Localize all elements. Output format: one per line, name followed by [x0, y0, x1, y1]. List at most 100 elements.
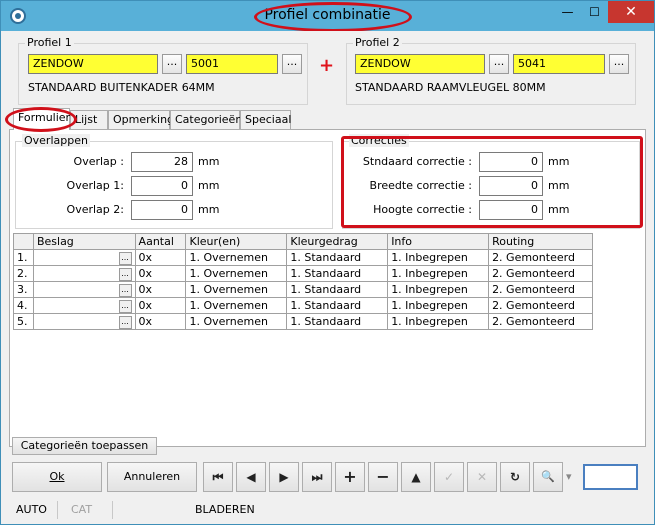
hoogte-correctie-unit: mm [548, 203, 570, 216]
beslag-lookup-button[interactable]: ... [118, 251, 132, 265]
kleurgedrag-cell[interactable]: 1. Standaard [286, 249, 389, 266]
overlap1-label: Overlap 1: [66, 179, 124, 192]
tab-highlight-ellipse [5, 107, 77, 132]
beslag-lookup-button[interactable]: ... [118, 283, 132, 297]
profiel1-code-field[interactable]: 5001 [186, 54, 278, 74]
edit-up-icon[interactable]: ▲ [401, 462, 431, 492]
table-header-row: Beslag Aantal Kleur(en) Kleurgedrag Info… [13, 233, 593, 250]
column-header-aantal[interactable]: Aantal [134, 233, 187, 250]
profiel1-group: Profiel 1 [18, 36, 308, 105]
search-binoculars-icon[interactable]: 🔍 [533, 462, 563, 492]
routing-cell[interactable]: 2. Gemonteerd [488, 281, 593, 298]
info-cell[interactable]: 1. Inbegrepen [387, 249, 490, 266]
add-record-icon[interactable]: + [335, 462, 365, 492]
profiel2-supplier-field[interactable]: ZENDOW [355, 54, 485, 74]
beslag-cell[interactable]: ... [32, 265, 136, 282]
tab-speciaal[interactable]: Speciaal [240, 110, 291, 129]
overlap2-input[interactable]: 0 [131, 200, 193, 220]
profiel1-supplier-lookup-button[interactable]: ... [162, 54, 182, 74]
overlap1-input[interactable]: 0 [131, 176, 193, 196]
aantal-cell[interactable]: 0x [134, 313, 187, 330]
table-row[interactable]: 5. ... 0x 1. Overnemen 1. Standaard 1. I… [13, 313, 593, 330]
cancel-x-icon[interactable]: ✕ [467, 462, 497, 492]
info-cell[interactable]: 1. Inbegrepen [387, 265, 490, 282]
standaard-correctie-input[interactable]: 0 [479, 152, 543, 172]
hoogte-correctie-label: Hoogte correctie : [373, 203, 472, 216]
kleur-cell[interactable]: 1. Overnemen [185, 249, 288, 266]
cancel-button[interactable]: Annuleren [107, 462, 197, 492]
confirm-check-icon[interactable]: ✓ [434, 462, 464, 492]
beslag-table: Beslag Aantal Kleur(en) Kleurgedrag Info… [13, 233, 593, 330]
column-header-routing[interactable]: Routing [488, 233, 593, 250]
routing-cell[interactable]: 2. Gemonteerd [488, 297, 593, 314]
refresh-icon[interactable]: ↻ [500, 462, 530, 492]
tab-opmerking[interactable]: Opmerking [108, 110, 174, 129]
kleur-cell[interactable]: 1. Overnemen [185, 281, 288, 298]
profiel1-code-lookup-button[interactable]: ... [282, 54, 302, 74]
info-cell[interactable]: 1. Inbegrepen [387, 281, 490, 298]
profiel2-code-field[interactable]: 5041 [513, 54, 605, 74]
delete-record-icon[interactable]: − [368, 462, 398, 492]
overlap1-unit: mm [198, 179, 220, 192]
next-record-icon[interactable]: ▶ [269, 462, 299, 492]
kleur-cell[interactable]: 1. Overnemen [185, 297, 288, 314]
column-header-info[interactable]: Info [387, 233, 490, 250]
combine-plus-icon: + [319, 55, 335, 76]
kleurgedrag-cell[interactable]: 1. Standaard [286, 313, 389, 330]
breedte-correctie-input[interactable]: 0 [479, 176, 543, 196]
beslag-cell[interactable]: ... [32, 313, 136, 330]
routing-cell[interactable]: 2. Gemonteerd [488, 249, 593, 266]
last-record-icon[interactable]: ⏭ [302, 462, 332, 492]
kleurgedrag-cell[interactable]: 1. Standaard [286, 265, 389, 282]
hoogte-correctie-input[interactable]: 0 [479, 200, 543, 220]
kleurgedrag-cell[interactable]: 1. Standaard [286, 297, 389, 314]
aantal-cell[interactable]: 0x [134, 297, 187, 314]
beslag-cell[interactable]: ... [32, 249, 136, 266]
maximize-button[interactable]: ☐ [581, 1, 608, 23]
beslag-cell[interactable]: ... [32, 297, 136, 314]
search-dropdown-icon[interactable]: ▾ [566, 470, 572, 483]
profiel2-description: STANDAARD RAAMVLEUGEL 80MM [355, 81, 546, 94]
overlap-input[interactable]: 28 [131, 152, 193, 172]
beslag-lookup-button[interactable]: ... [118, 315, 132, 329]
search-input[interactable] [583, 464, 638, 490]
column-header-kleurgedrag[interactable]: Kleurgedrag [286, 233, 389, 250]
close-button[interactable]: ✕ [608, 1, 654, 23]
routing-cell[interactable]: 2. Gemonteerd [488, 313, 593, 330]
profiel2-supplier-lookup-button[interactable]: ... [489, 54, 509, 74]
breedte-correctie-label: Breedte correctie : [369, 179, 472, 192]
first-record-icon[interactable]: ⏮ [203, 462, 233, 492]
routing-cell[interactable]: 2. Gemonteerd [488, 265, 593, 282]
minimize-button[interactable]: — [554, 1, 581, 23]
beslag-lookup-button[interactable]: ... [118, 299, 132, 313]
previous-record-icon[interactable]: ◀ [236, 462, 266, 492]
ok-button[interactable]: Ok [12, 462, 102, 492]
tab-categorieen[interactable]: Categorieën [170, 110, 242, 129]
overlappen-title: Overlappen [22, 134, 90, 147]
table-row[interactable]: 4. ... 0x 1. Overnemen 1. Standaard 1. I… [13, 297, 593, 314]
aantal-cell[interactable]: 0x [134, 281, 187, 298]
apply-categories-button[interactable]: Categorieën toepassen [12, 437, 157, 455]
column-header-kleuren[interactable]: Kleur(en) [185, 233, 288, 250]
aantal-cell[interactable]: 0x [134, 265, 187, 282]
beslag-lookup-button[interactable]: ... [118, 267, 132, 281]
status-mode-cat: CAT [67, 501, 113, 519]
table-row[interactable]: 1. ... 0x 1. Overnemen 1. Standaard 1. I… [13, 249, 593, 266]
column-header-beslag[interactable]: Beslag [32, 233, 136, 250]
info-cell[interactable]: 1. Inbegrepen [387, 297, 490, 314]
kleurgedrag-cell[interactable]: 1. Standaard [286, 281, 389, 298]
kleur-cell[interactable]: 1. Overnemen [185, 265, 288, 282]
overlap-label: Overlap : [73, 155, 124, 168]
beslag-cell[interactable]: ... [32, 281, 136, 298]
overlap2-label: Overlap 2: [66, 203, 124, 216]
profiel1-supplier-field[interactable]: ZENDOW [28, 54, 158, 74]
info-cell[interactable]: 1. Inbegrepen [387, 313, 490, 330]
profiel2-code-lookup-button[interactable]: ... [609, 54, 629, 74]
aantal-cell[interactable]: 0x [134, 249, 187, 266]
formulier-tab-panel: Overlappen Overlap : 28 mm Overlap 1: 0 … [9, 129, 646, 447]
table-row[interactable]: 3. ... 0x 1. Overnemen 1. Standaard 1. I… [13, 281, 593, 298]
kleur-cell[interactable]: 1. Overnemen [185, 313, 288, 330]
title-highlight-ellipse [254, 2, 412, 32]
table-row[interactable]: 2. ... 0x 1. Overnemen 1. Standaard 1. I… [13, 265, 593, 282]
title-bar[interactable]: Profiel combinatie — ☐ ✕ [1, 1, 654, 32]
